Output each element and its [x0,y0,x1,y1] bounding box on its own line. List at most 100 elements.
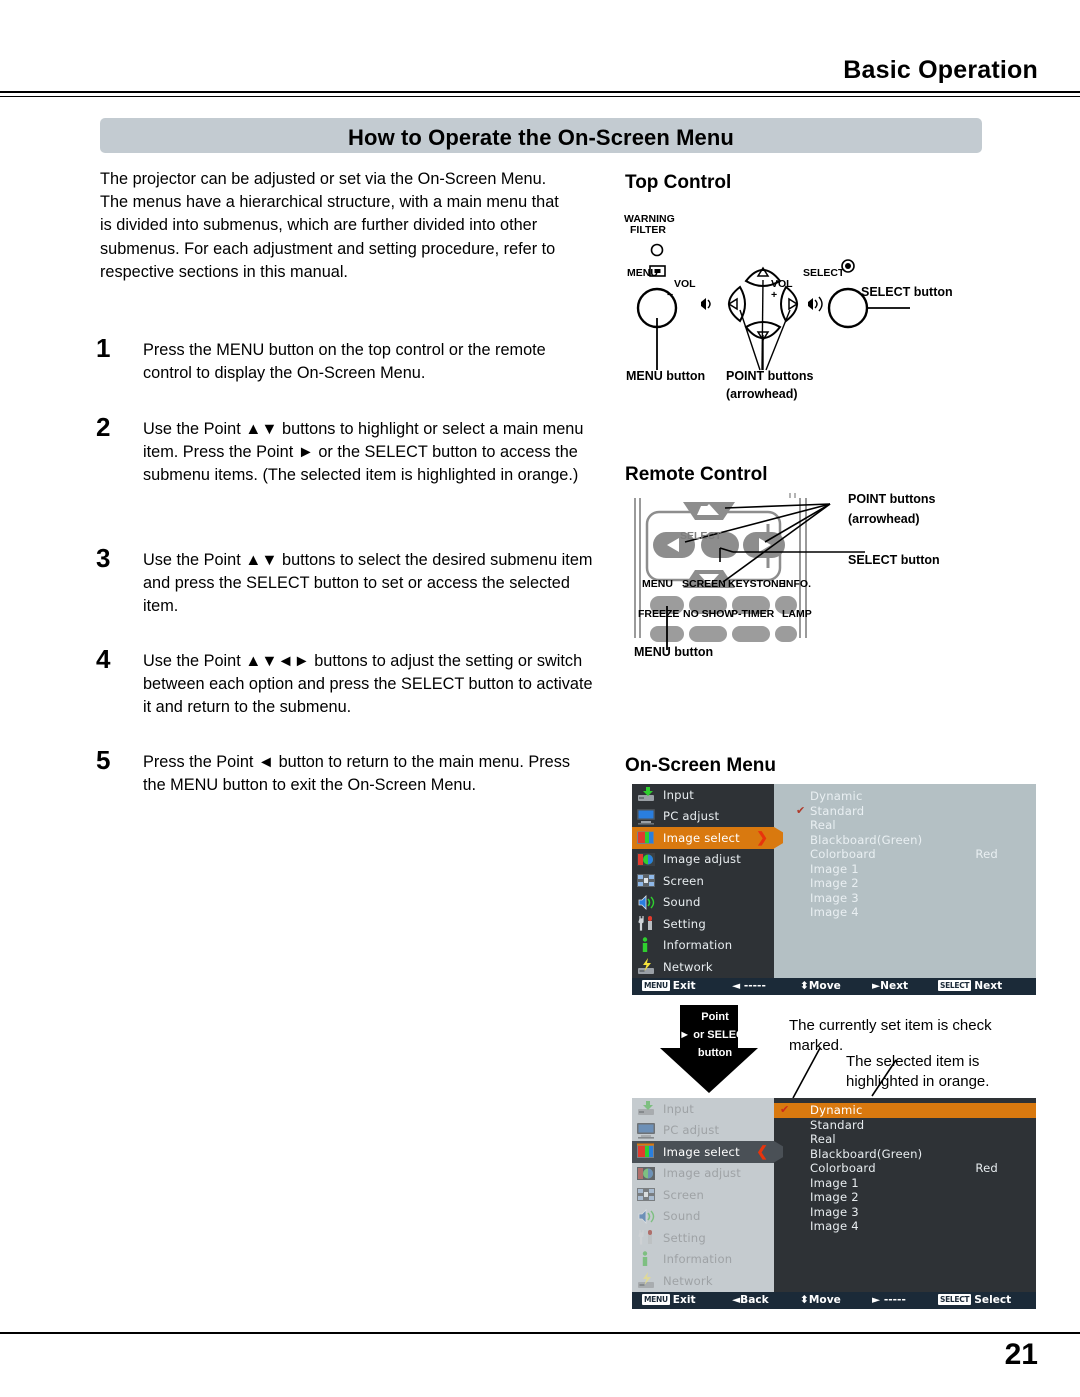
osd-main-item-image-select[interactable]: Image select ❮ [632,1141,783,1163]
osd-sub-item-real[interactable]: Real [790,1132,1036,1147]
footer-select-label-1: Next [974,980,1003,992]
osd-main-item-image-adjust[interactable]: Image adjust [632,849,774,871]
osd-sub-item-image-2[interactable]: Image 2 [790,1190,1036,1205]
footer-left-label-1: ----- [743,980,766,992]
osd-footer-bar-2: MENU Exit ◄Back ⬍Move ► ----- SELECT Selec… [632,1291,1036,1309]
osd-main-item-label: Image adjust [663,852,742,867]
footer-next-label-1: Next [880,980,909,992]
remote-arrowhead-callout: (arrowhead) [848,512,920,526]
osd-sub-item-image-4[interactable]: Image 4 [790,1219,1036,1234]
osd-sub-item-label: Colorboard [810,847,876,862]
osd-sub-item-label: Standard [810,803,865,818]
footer-select-label-2: Select [974,1294,1012,1306]
osd-sub-item-image-3[interactable]: Image 3 [790,1205,1036,1220]
osd-sub-item-value: Red [975,847,998,862]
point-select-callout: Point ► or SELECT button [660,1005,758,1093]
osd-main-item-setting[interactable]: Setting [632,1227,774,1249]
osd-sub-item-image-1[interactable]: Image 1 [790,862,1036,877]
osd-sub-item-blackboard-green[interactable]: Blackboard(Green) [790,1147,1036,1162]
page-header-title: Basic Operation [843,56,1038,84]
osd-main-item-label: Information [663,1252,733,1267]
osd-sub-item-label: Real [810,818,836,833]
osd-main-item-label: Information [663,938,733,953]
osd-sub-item-label: Image 4 [810,905,859,920]
osd-sub-item-label: Image 2 [810,1190,859,1205]
osd-sub-item-label: Blackboard(Green) [810,832,923,847]
input-icon [636,786,656,803]
remote-key-freeze: FREEZE [638,608,680,620]
osd-sub-item-dynamic[interactable]: ✔ Dynamic [774,1103,1036,1118]
pc-adjust-icon [636,1122,656,1139]
osd-main-menu-list-inactive: Input PC adjust Image select ❮ Image adjust S… [632,1098,783,1292]
image-select-icon [636,829,656,846]
osd-main-item-image-select[interactable]: Image select ❯ [632,827,783,849]
osd-sub-item-blackboard-green[interactable]: Blackboard(Green) [790,833,1036,848]
setting-icon [636,1229,656,1246]
osd-main-item-label: Sound [663,895,701,910]
osd-main-item-label: Network [663,959,713,974]
osd-sub-item-image-2[interactable]: Image 2 [790,876,1036,891]
footer-next-glyph-2: ► [872,1294,881,1306]
osd-main-item-pc-adjust[interactable]: PC adjust [632,806,774,828]
osd-main-item-setting[interactable]: Setting [632,913,774,935]
remote-key-lamp: LAMP [782,608,812,620]
top-control-title: Top Control [625,172,732,193]
osd-main-item-information[interactable]: Information [632,1249,774,1271]
osd-sub-item-standard[interactable]: ✔ Standard [790,804,1036,819]
osd-sub-item-image-3[interactable]: Image 3 [790,891,1036,906]
remote-control-title: Remote Control [625,464,768,485]
step-5-text: Press the Point ◄ button to return to th… [143,753,570,795]
osd-sub-item-colorboard[interactable]: Colorboard Red [790,1161,1036,1176]
osd-sub-item-image-1[interactable]: Image 1 [790,1176,1036,1191]
select-key-badge-2: SELECT [938,1294,972,1305]
osd-sub-item-label: Image 3 [810,1204,859,1219]
header-rule-top [0,91,1080,93]
osd-title: On-Screen Menu [625,755,776,776]
osd-submenu-list-active: ✔ Dynamic Standard Real Blackboard(Green) Col… [774,1098,1036,1292]
osd-sub-item-dynamic[interactable]: Dynamic [790,789,1036,804]
network-icon [636,958,656,975]
osd-main-item-network[interactable]: Network [632,1270,774,1292]
step-4-text: Use the Point ▲▼◄► buttons to adjust the… [143,652,593,717]
osd-screenshot-submenu: Input PC adjust Image select ❮ Image adjust S… [632,1098,1036,1309]
osd-main-item-pc-adjust[interactable]: PC adjust [632,1120,774,1142]
footer-move-2: ⬍Move [800,1294,841,1306]
osd-submenu-list: Dynamic ✔ Standard Real Blackboard(Green) Col… [774,784,1036,978]
osd-main-item-label: PC adjust [663,1123,720,1138]
callout-line-3: button [697,1047,733,1059]
osd-main-item-screen[interactable]: Screen [632,870,774,892]
point-buttons-callout: POINT buttons [726,369,814,383]
osd-sub-item-image-4[interactable]: Image 4 [790,905,1036,920]
filter-label: FILTER [630,224,666,236]
chevron-left-icon: ❮ [756,1143,768,1159]
osd-main-item-image-adjust[interactable]: Image adjust [632,1163,774,1185]
osd-main-item-screen[interactable]: Screen [632,1184,774,1206]
chevron-right-icon: ❯ [756,829,768,845]
footer-next-label-2: ----- [883,1294,906,1306]
page-number: 21 [1004,1338,1038,1371]
footer-exit-label-1: Exit [672,980,696,992]
osd-main-item-sound[interactable]: Sound [632,1206,774,1228]
osd-sub-item-real[interactable]: Real [790,818,1036,833]
screen-icon [636,872,656,889]
osd-sub-item-colorboard[interactable]: Colorboard Red [790,847,1036,862]
osd-main-item-input[interactable]: Input [632,1098,774,1120]
osd-main-item-information[interactable]: Information [632,935,774,957]
osd-main-item-input[interactable]: Input [632,784,774,806]
footer-next-1: ►Next [872,980,908,992]
osd-sub-item-standard[interactable]: Standard [790,1118,1036,1133]
step-2-number: 2 [96,412,111,442]
menu-key-badge: MENU [642,980,670,991]
osd-main-item-sound[interactable]: Sound [632,892,774,914]
footer-move-glyph-2: ⬍ [800,1294,809,1306]
callout-line-2: ► or SELECT [679,1029,751,1041]
menu-key-badge-2: MENU [642,1294,670,1305]
osd-panel-spacer [790,920,1036,965]
osd-main-item-label: Image select [663,830,740,845]
remote-select-button-callout: SELECT button [848,553,940,567]
remote-key-keystone: KEYSTONE [728,578,786,590]
step-1-text: Press the MENU button on the top control… [143,341,546,383]
osd-main-item-network[interactable]: Network [632,956,774,978]
footer-rule [0,1332,1080,1334]
footer-left-glyph-1: ◄ [732,980,741,992]
